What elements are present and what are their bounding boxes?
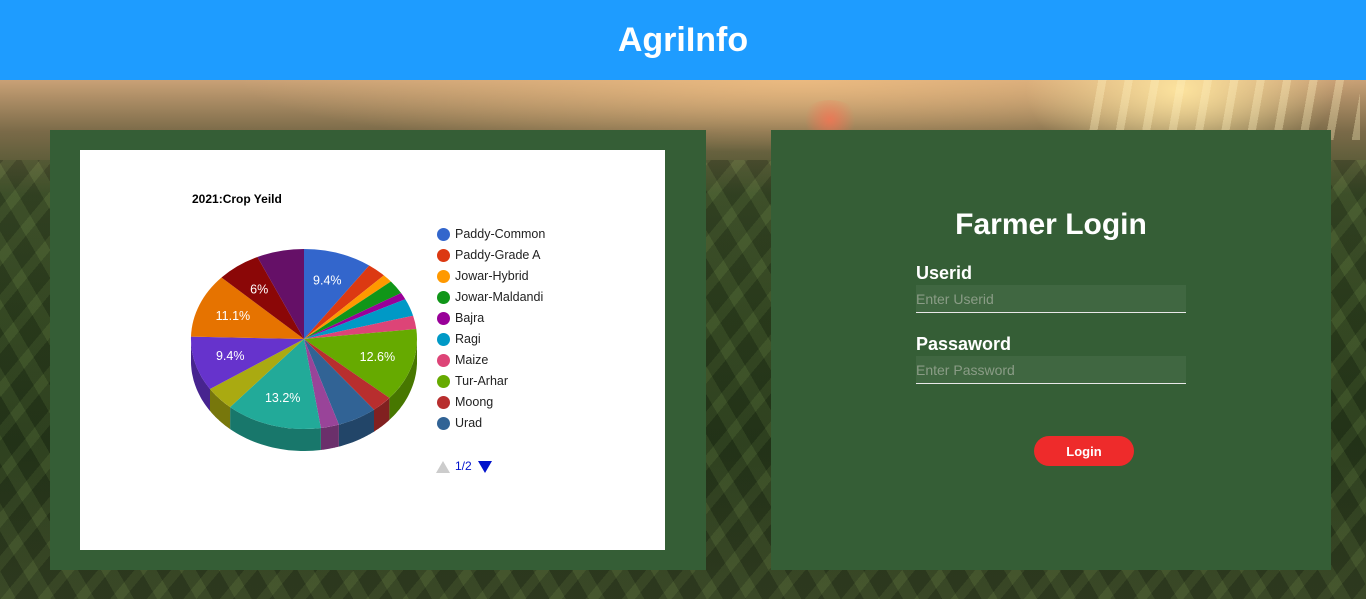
legend-swatch <box>437 249 450 262</box>
page-indicator: 1/2 <box>455 459 472 473</box>
login-title: Farmer Login <box>955 208 1147 241</box>
legend-swatch <box>437 417 450 430</box>
password-label: Passaword <box>916 334 1012 354</box>
chart-card: 9.4% 12.6% 13.2% 9.4% 11.1% 6% 2021:Crop Yeil… <box>80 150 665 550</box>
legend-label: Tur-Arhar <box>455 374 509 388</box>
legend-swatch <box>437 228 450 241</box>
userid-label: Userid <box>916 263 973 283</box>
legend-label: Maize <box>455 353 489 367</box>
legend-label: Urad <box>455 416 483 430</box>
legend-label: Paddy-Common <box>455 227 546 241</box>
pie-data-label: 6% <box>250 282 268 296</box>
pie-data-label: 12.6% <box>360 350 395 364</box>
app-header: AgriInfo <box>0 0 1366 80</box>
page-up-icon <box>436 461 450 473</box>
pie-slice-side <box>320 424 339 450</box>
pie-data-label: 9.4% <box>313 274 342 288</box>
login-panel: Farmer Login Userid Passaword Login <box>771 130 1331 570</box>
legend-label: Jowar-Hybrid <box>455 269 529 283</box>
legend-label: Paddy-Grade A <box>455 248 541 262</box>
crop-yield-pie-chart: 9.4% 12.6% 13.2% 9.4% 11.1% 6% <box>190 249 417 451</box>
legend-swatch <box>437 312 450 325</box>
login-button[interactable]: Login <box>1034 436 1134 466</box>
legend-label: Bajra <box>455 311 485 325</box>
userid-input[interactable] <box>916 285 1186 313</box>
app-title: AgriInfo <box>617 21 749 59</box>
legend-swatch <box>437 270 450 283</box>
legend-swatch <box>437 291 450 304</box>
page-down-icon[interactable] <box>478 461 492 473</box>
chart-panel: 9.4% 12.6% 13.2% 9.4% 11.1% 6% 2021:Crop Yeil… <box>50 130 706 570</box>
legend-swatch <box>437 354 450 367</box>
pie-data-label: 11.1% <box>216 309 251 323</box>
pie-data-label: 13.2% <box>265 391 300 405</box>
legend-swatch <box>437 375 450 388</box>
legend-swatch <box>437 333 450 346</box>
legend-swatch <box>437 396 450 409</box>
password-input[interactable] <box>916 356 1186 384</box>
legend-label: Ragi <box>455 332 481 346</box>
legend-label: Jowar-Maldandi <box>455 290 544 304</box>
legend-label: Moong <box>455 395 494 409</box>
chart-title: 2021:Crop Yeild <box>192 192 282 206</box>
pie-data-label: 9.4% <box>216 349 245 363</box>
